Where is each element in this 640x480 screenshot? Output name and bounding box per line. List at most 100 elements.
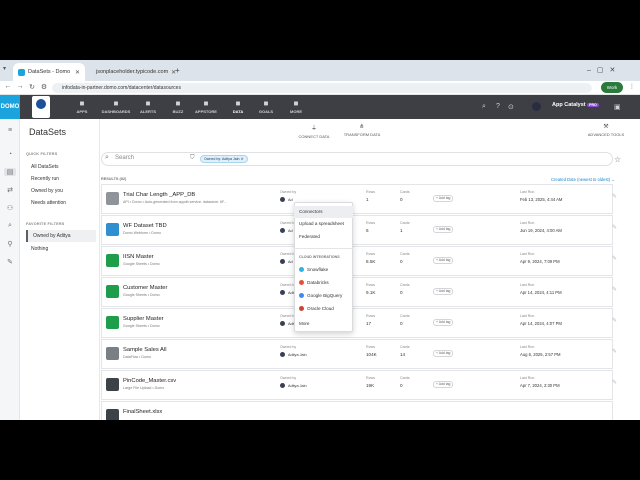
rows-label: Rows (366, 190, 375, 194)
edit-icon[interactable]: ✎ (612, 224, 617, 231)
nav-apps[interactable]: ◼ APPS (66, 100, 98, 114)
reload-icon[interactable]: ↻ (27, 83, 37, 91)
domo-logo[interactable]: DOMO (0, 95, 20, 119)
filter-owned-by-you[interactable]: Owned by you (26, 185, 96, 197)
edit-icon[interactable]: ✎ (612, 317, 617, 324)
back-icon[interactable]: ← (3, 83, 13, 90)
transform-data-button[interactable]: ⋔ TRANSFORM DATA (340, 123, 384, 137)
add-tag-button[interactable]: + Add tag (433, 319, 454, 326)
hamburger-icon[interactable]: ≡ (4, 127, 16, 134)
owner[interactable]: Aditya Jain (280, 352, 307, 358)
dataset-source: Large File Upload • Domo (123, 386, 165, 390)
dataset-type-icon (106, 378, 119, 391)
dataset-type-icon (106, 254, 119, 267)
table-row[interactable] (101, 401, 613, 420)
advanced-tools-button[interactable]: ⚒ ADVANCED TOOLS (584, 123, 628, 137)
dataset-name[interactable]: Supplier Master (123, 316, 164, 322)
more-icon: ◼ (293, 101, 299, 107)
nav-more[interactable]: ◼ MORE (280, 100, 312, 114)
tools-rail-icon[interactable]: ✎ (4, 258, 16, 266)
add-tag-button[interactable]: + Add tag (433, 226, 454, 233)
search-icon[interactable]: ⌕ (482, 103, 486, 111)
dataset-name[interactable]: Trial Char Length _APP_DB (123, 192, 195, 198)
search-input[interactable]: Search (115, 155, 134, 161)
edit-icon[interactable]: ✎ (612, 379, 617, 386)
rows-value: 19K (366, 383, 375, 388)
filter-owned-by-aditya[interactable]: Owned by Aditya (26, 230, 96, 242)
ai-assistant-icon[interactable]: ▣ (614, 103, 621, 111)
tab-datasets[interactable]: DataSets - Domo ✕ (13, 63, 85, 81)
window-controls[interactable]: –▢✕ (587, 66, 621, 74)
connectors-rail-icon[interactable]: ⚇ (4, 204, 16, 212)
filter-recently-run[interactable]: Recently run (26, 173, 96, 185)
new-tab-icon[interactable]: + (175, 66, 180, 75)
forward-icon[interactable]: → (15, 83, 25, 90)
menu-item-more[interactable]: More (294, 318, 353, 330)
nav-dashboards[interactable]: ◼ DASHBOARDS (100, 100, 132, 114)
add-tag-button[interactable]: + Add tag (433, 257, 454, 264)
filter-needs-attention[interactable]: Needs attention (26, 197, 96, 209)
add-tag-button[interactable]: + Add tag (433, 195, 454, 202)
add-tag-button[interactable]: + Add tag (433, 350, 454, 357)
edit-icon[interactable]: ✎ (612, 193, 617, 200)
connect-data-button[interactable]: ⏚ CONNECT DATA (294, 123, 334, 139)
avatar[interactable] (532, 102, 541, 111)
owner[interactable]: Ad (280, 228, 293, 234)
dataset-type-icon (106, 347, 119, 360)
owner[interactable]: Aditya Jain (280, 383, 307, 389)
last-run-value: Feb 13, 2025, 4:44 AM (520, 197, 563, 202)
edit-icon[interactable]: ✎ (612, 255, 617, 262)
dataset-name[interactable]: IISN Master (123, 254, 154, 260)
owner[interactable]: Ad (280, 259, 293, 265)
tab-search-icon[interactable]: ▾ (3, 65, 6, 72)
edit-icon[interactable]: ✎ (612, 286, 617, 293)
site-info-icon[interactable]: ⚙ (39, 83, 49, 91)
owner[interactable]: Ad (280, 197, 293, 203)
star-icon[interactable]: ☆ (614, 155, 621, 164)
dataflows-rail-icon[interactable]: ⇄ (4, 186, 16, 194)
chip-close-icon[interactable]: ✕ (241, 157, 244, 161)
menu-item-oracle-cloud[interactable]: Oracle Cloud (294, 303, 353, 315)
dataset-name[interactable]: WF Dataset TBD (123, 223, 167, 229)
tab-jsonplaceholder[interactable]: jsonplaceholder.typicode.com ✕ (88, 63, 176, 81)
menu-item-federated[interactable]: Federated (294, 231, 353, 243)
notifications-icon[interactable]: ⊙ (508, 103, 514, 111)
menu-item-databricks[interactable]: Databricks (294, 277, 353, 289)
menu-item-upload-spreadsheet[interactable]: Upload a spreadsheet (294, 218, 353, 230)
filter-all-datasets[interactable]: All DataSets (26, 161, 96, 173)
add-tag-button[interactable]: + Add tag (433, 381, 454, 388)
app-catalyst-label: App Catalyst (552, 102, 586, 108)
app-catalyst-button[interactable]: App Catalyst PRO (552, 102, 599, 108)
governance-rail-icon[interactable]: ⚲ (4, 240, 16, 248)
owner-avatar (280, 197, 285, 203)
filter-icon[interactable]: ⛉ (190, 155, 195, 162)
url-field[interactable]: infodata-in-partner.domo.com/datacenter/… (52, 83, 592, 93)
nav-alerts[interactable]: ◼ ALERTS (132, 100, 164, 114)
close-tab-icon[interactable]: ✕ (75, 69, 80, 76)
sort-dropdown[interactable]: Created Date (newest to oldest) ⌄ (551, 177, 615, 182)
datasets-rail-icon[interactable]: ▤ (4, 168, 16, 176)
edit-icon[interactable]: ✎ (612, 348, 617, 355)
nav-goals[interactable]: ◼ GOALS (250, 100, 282, 114)
profile-button[interactable]: Work (601, 82, 623, 93)
menu-item-connectors[interactable]: Connectors (294, 206, 353, 218)
add-tag-button[interactable]: + Add tag (433, 288, 454, 295)
menu-item-google-bigquery[interactable]: Google BigQuery (294, 290, 353, 302)
dataset-name[interactable]: FinalSheet.xlsx (123, 409, 162, 415)
dataset-source: API • Domo • Auto-generated from appdb s… (123, 200, 227, 204)
owner-filter-chip[interactable]: Owned by: Aditya Jain ✕ (200, 155, 248, 163)
dataset-name[interactable]: Sample Sales All (123, 347, 167, 353)
browser-menu-icon[interactable]: ⋮ (629, 83, 635, 90)
menu-item-snowflake[interactable]: Snowflake (294, 264, 353, 276)
overview-icon[interactable]: ◔ (4, 151, 16, 158)
nav-appstore[interactable]: ◼ APPSTORE (190, 100, 222, 114)
databricks-icon (299, 280, 304, 286)
dataset-name[interactable]: Customer Master (123, 285, 167, 291)
lineage-rail-icon[interactable]: ⌕ (4, 222, 16, 230)
help-icon[interactable]: ? (496, 103, 500, 110)
dataset-name[interactable]: PinCode_Master.csv (123, 378, 176, 384)
last-run-value: Jun 19, 2024, 4:00 AM (520, 228, 562, 233)
last-run-label: Last Run (520, 345, 535, 349)
search-box[interactable] (101, 152, 613, 166)
filter-nothing[interactable]: Nothing (26, 243, 96, 255)
